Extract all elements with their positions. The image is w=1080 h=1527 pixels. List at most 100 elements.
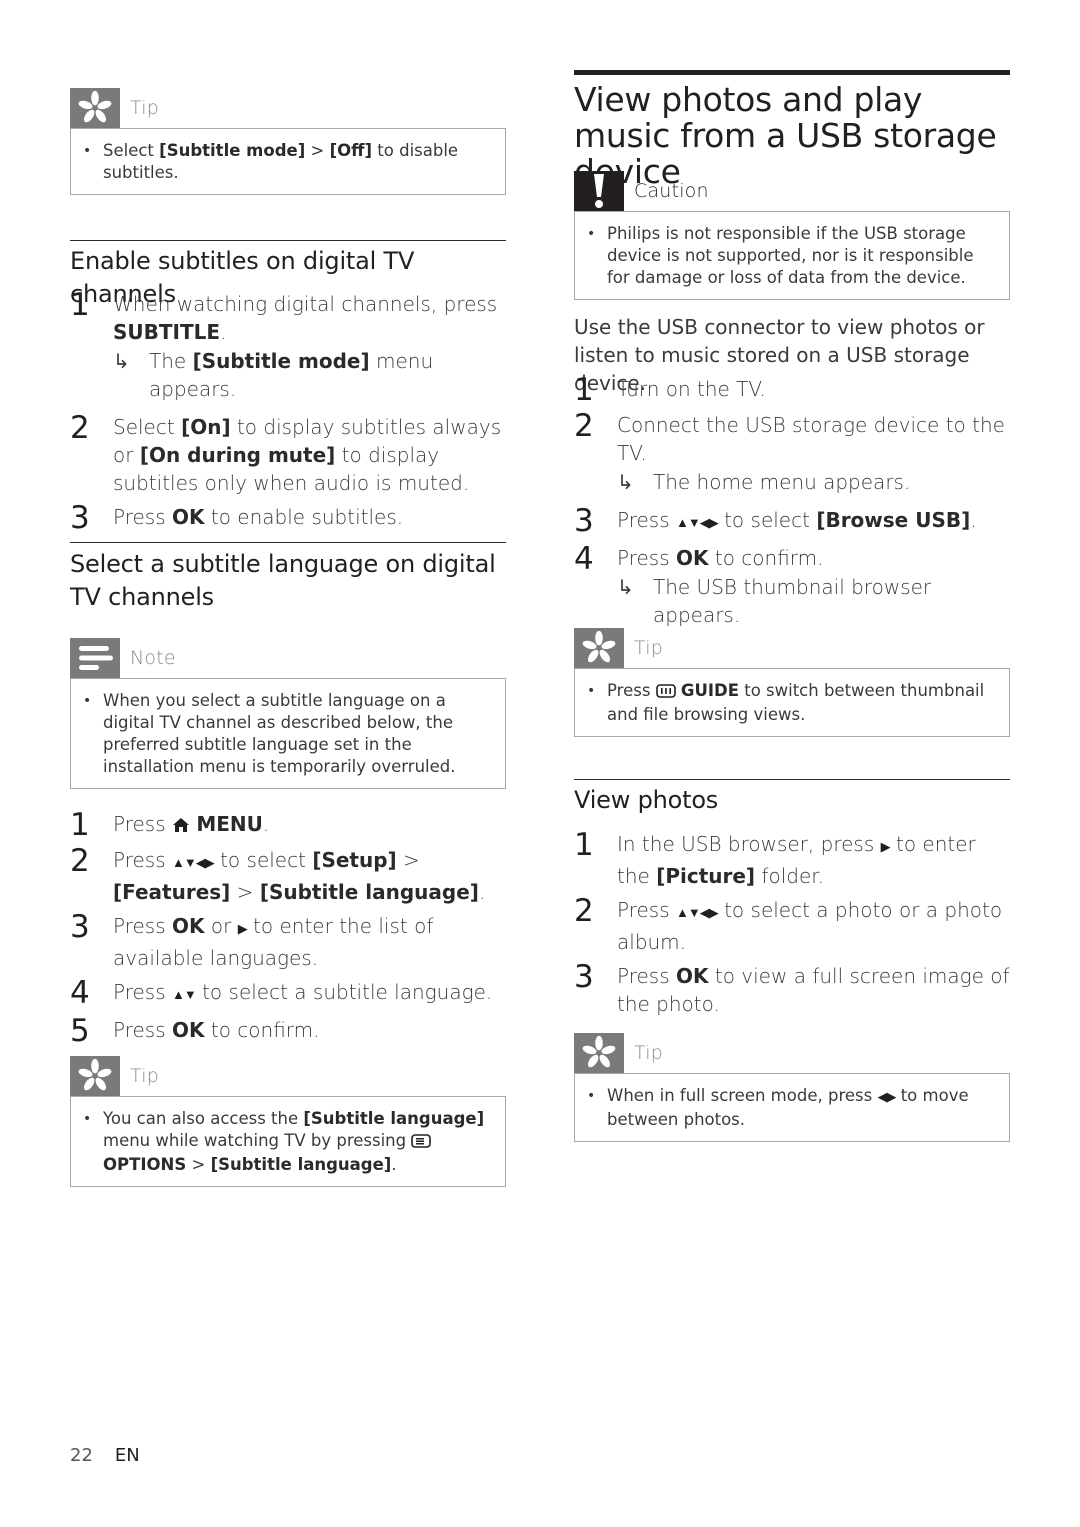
step-text: When watching digital channels, press SU…: [113, 290, 506, 403]
view-photos-steps: 1 In the USB browser, press ▶ to enter t…: [574, 830, 1010, 1024]
step-item: 1 When watching digital channels, press …: [70, 290, 506, 403]
step-number: 3: [70, 500, 90, 536]
navigation-arrows-icon: ▲▼◀▶: [676, 516, 719, 531]
page-number: 22: [70, 1445, 93, 1466]
bullet: •: [83, 1111, 92, 1127]
home-icon: [172, 812, 190, 840]
step-item: 4 Press OK to confirm. ↳ The USB thumbna…: [574, 544, 1010, 629]
chapter-divider: [574, 70, 1010, 75]
section-heading-subtitle-language: Select a subtitle language on digital TV…: [70, 550, 496, 611]
tip-text: When in full screen mode, press ◀▶ to mo…: [607, 1086, 969, 1129]
tip-body: • Press GUIDE to switch between thumbnai…: [574, 668, 1010, 737]
step-text: Press OK or ▶ to enter the list of avail…: [113, 914, 434, 970]
result-arrow-icon: ↳: [617, 470, 634, 494]
tip-header: Tip: [574, 628, 1010, 668]
bullet: •: [587, 226, 596, 242]
navigation-arrows-icon: ▲▼◀▶: [172, 856, 215, 871]
note-title: Note: [130, 647, 176, 669]
result-arrow-icon: ↳: [617, 575, 634, 599]
tip-box-subtitle-language: Tip • You can also access the [Subtitle …: [70, 1056, 506, 1187]
step-text: Press ▲▼◀▶ to select [Browse USB].: [617, 508, 977, 532]
tip-body: • Select [Subtitle mode] > [Off] to disa…: [70, 128, 506, 195]
step-text: Press ▲▼ to select a subtitle language.: [113, 980, 493, 1004]
tip-title: Tip: [634, 1042, 663, 1064]
tip-box-fullscreen: Tip • When in full screen mode, press ◀▶…: [574, 1033, 1010, 1142]
step-number: 2: [574, 893, 594, 929]
step-text: Select [On] to display subtitles always …: [113, 415, 502, 495]
step-text: Press OK to enable subtitles.: [113, 505, 404, 529]
navigation-arrows-icon: ▲▼◀▶: [676, 906, 719, 921]
options-icon: [411, 1132, 432, 1154]
step-item: 3 Press OK to view a full screen image o…: [574, 962, 1010, 1018]
tip-title: Tip: [634, 637, 663, 659]
tip-text: Select [Subtitle mode] > [Off] to disabl…: [103, 141, 459, 182]
tip-body: • You can also access the [Subtitle lang…: [70, 1096, 506, 1187]
asterisk-tip-icon: [574, 1033, 624, 1073]
asterisk-tip-icon: [70, 88, 120, 128]
step-number: 1: [70, 287, 90, 323]
step-number: 2: [70, 410, 90, 446]
right-arrow-icon: ▶: [880, 840, 891, 855]
step-item: 2 Select [On] to display subtitles alway…: [70, 413, 506, 497]
step-text: Turn on the TV.: [617, 377, 766, 401]
up-down-arrows-icon: ▲▼: [172, 988, 197, 1003]
step-text: Connect the USB storage device to the TV…: [617, 411, 1010, 496]
section-divider: [70, 240, 506, 241]
step-number: 3: [574, 959, 594, 995]
step-item: 4 Press ▲▼ to select a subtitle language…: [70, 978, 506, 1010]
tip-box-subtitle-off: Tip • Select [Subtitle mode] > [Off] to …: [70, 88, 506, 195]
step-number: 1: [574, 827, 594, 863]
step-number: 3: [574, 503, 594, 539]
step-text: Press OK to confirm.: [113, 1018, 320, 1042]
step-number: 5: [70, 1013, 90, 1049]
step-number: 3: [70, 909, 90, 945]
step-result: ↳ The USB thumbnail browser appears.: [617, 575, 932, 627]
section-divider: [70, 542, 506, 543]
bullet: •: [83, 143, 92, 159]
step-text: Press ▲▼◀▶ to select a photo or a photo …: [617, 898, 1003, 954]
step-text: Press OK to view a full screen image of …: [617, 964, 1010, 1016]
step-number: 4: [70, 975, 90, 1011]
step-item: 1 Turn on the TV.: [574, 375, 1010, 406]
usb-steps: 1 Turn on the TV. 2 Connect the USB stor…: [574, 375, 1010, 635]
caution-header: Caution: [574, 171, 1010, 211]
bullet: •: [587, 683, 596, 699]
tip-body: • When in full screen mode, press ◀▶ to …: [574, 1073, 1010, 1142]
step-text: Press OK to confirm. ↳ The USB thumbnail…: [617, 544, 1010, 629]
subtitle-language-steps: 1 Press MENU. 2 Press ▲▼◀▶ to select [Se…: [70, 810, 506, 1052]
tip-header: Tip: [574, 1033, 1010, 1073]
step-item: 3 Press OK or ▶ to enter the list of ava…: [70, 912, 506, 972]
step-item: 3 Press ▲▼◀▶ to select [Browse USB].: [574, 506, 1010, 538]
tip-title: Tip: [130, 1065, 159, 1087]
tip-box-guide: Tip • Press GUIDE to switch between thum…: [574, 628, 1010, 737]
note-header: Note: [70, 638, 506, 678]
step-result: ↳ The [Subtitle mode] menu appears.: [113, 349, 434, 401]
result-arrow-icon: ↳: [113, 349, 130, 373]
step-text: In the USB browser, press ▶ to enter the…: [617, 832, 976, 888]
bullet: •: [587, 1088, 596, 1104]
tip-text: You can also access the [Subtitle langua…: [103, 1109, 485, 1174]
note-text: When you select a subtitle language on a…: [103, 691, 456, 776]
guide-icon: [655, 682, 676, 704]
step-text: Press MENU.: [113, 810, 506, 840]
section-heading-view-photos: View photos: [574, 786, 719, 814]
page-footer: 22 EN: [70, 1445, 140, 1466]
step-item: 1 Press MENU.: [70, 807, 506, 843]
note-lines-icon: [70, 638, 120, 678]
asterisk-tip-icon: [70, 1056, 120, 1096]
step-number: 2: [70, 843, 90, 879]
tip-title: Tip: [130, 97, 159, 119]
step-number: 2: [574, 408, 594, 444]
section-divider: [574, 779, 1010, 780]
left-right-arrows-icon: ◀▶: [877, 1090, 896, 1105]
caution-body: • Philips is not responsible if the USB …: [574, 211, 1010, 300]
step-number: 1: [70, 807, 90, 843]
tip-text: Press GUIDE to switch between thumbnail …: [607, 681, 985, 724]
step-item: 2 Press ▲▼◀▶ to select [Setup] > [Featur…: [70, 846, 506, 906]
enable-subtitles-steps: 1 When watching digital channels, press …: [70, 290, 506, 539]
step-item: 3 Press OK to enable subtitles.: [70, 500, 506, 536]
step-text: Press ▲▼◀▶ to select [Setup] > [Features…: [113, 848, 486, 904]
language-code: EN: [114, 1445, 140, 1466]
note-body: • When you select a subtitle language on…: [70, 678, 506, 789]
step-number: 4: [574, 541, 594, 577]
